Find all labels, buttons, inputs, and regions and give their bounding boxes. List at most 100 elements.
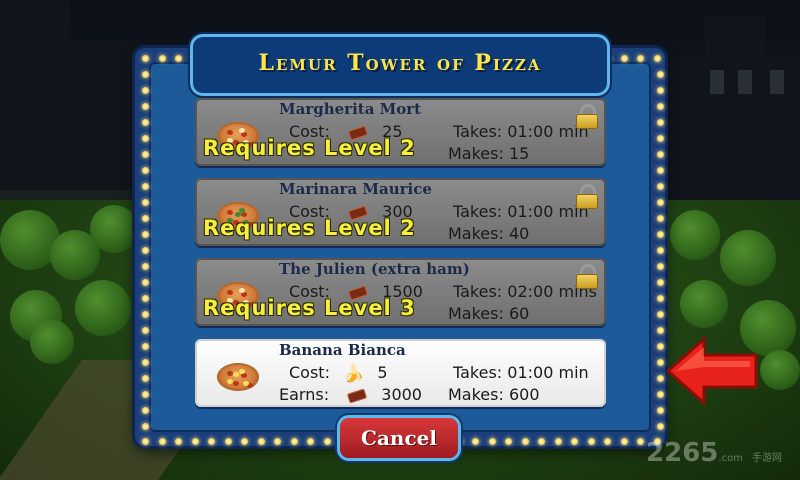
title-plate: Lemur Tower of Pizza <box>193 37 607 93</box>
light-bulb <box>488 438 496 445</box>
light-bulb <box>472 438 479 445</box>
cancel-button[interactable]: Cancel <box>340 418 458 458</box>
takes-label: Takes: <box>453 282 503 301</box>
light-bulb <box>175 55 182 62</box>
light-bulb <box>323 438 331 445</box>
light-bulb <box>142 375 149 382</box>
banana-icon: 🍌 <box>343 363 365 384</box>
ticket-icon <box>347 284 369 301</box>
light-bulb <box>620 55 628 62</box>
makes-label: Makes: <box>448 304 504 323</box>
light-bulb <box>657 263 664 270</box>
light-bulb <box>142 183 149 190</box>
light-bulb <box>142 327 149 334</box>
light-bulb <box>657 215 664 222</box>
tree <box>760 350 800 390</box>
recipe-card-the-julien[interactable]: The Julien (extra ham) Cost: 1500 Takes:… <box>195 258 606 326</box>
light-bulb <box>142 103 149 110</box>
cost-label: Cost: <box>289 363 330 382</box>
light-bulb <box>241 438 248 445</box>
light-bulb <box>657 423 664 430</box>
light-bulb <box>657 87 664 94</box>
takes-value: 01:00 min <box>507 363 589 382</box>
light-bulb <box>538 438 545 445</box>
light-bulb <box>142 407 149 414</box>
pizza-icon <box>217 122 259 150</box>
light-bulb <box>657 247 664 254</box>
makes-label: Makes: <box>448 385 504 404</box>
takes-label: Takes: <box>453 122 503 141</box>
building-window <box>738 70 752 94</box>
recipe-name: Margherita Mort <box>279 100 422 118</box>
makes-value: 60 <box>508 304 530 323</box>
light-bulb <box>587 438 595 445</box>
light-bulb <box>571 438 578 445</box>
light-bulb <box>208 438 215 445</box>
light-bulb <box>274 438 281 445</box>
makes-value: 600 <box>508 385 540 404</box>
ticket-icon <box>347 387 368 404</box>
watermark: 2265.com 手游网 <box>646 438 782 468</box>
light-bulb <box>307 438 314 445</box>
light-bulb <box>142 391 149 398</box>
cost-value: 300 <box>382 202 413 221</box>
earns-label: Earns: <box>279 385 330 404</box>
recipe-name: Marinara Maurice <box>279 180 432 198</box>
recipe-card-margherita-mort[interactable]: Margherita Mort Cost: 25 Takes: 01:00 mi… <box>195 98 606 166</box>
ticket-icon <box>347 204 369 221</box>
cost-value: 25 <box>382 122 403 141</box>
light-bulb <box>224 438 232 445</box>
light-bulb <box>142 423 149 430</box>
makes-value: 15 <box>508 144 530 163</box>
recipe-card-marinara-maurice[interactable]: Marinara Maurice Cost: 300 Takes: 01:00 … <box>195 178 606 246</box>
pizza-icon <box>217 363 259 391</box>
cost-value: 5 <box>377 363 388 382</box>
light-bulb <box>142 215 149 222</box>
light-bulb <box>657 71 664 78</box>
light-bulb <box>158 55 166 62</box>
light-bulb <box>620 438 628 445</box>
dialog-title: Lemur Tower of Pizza <box>258 50 542 76</box>
light-bulb <box>604 438 611 445</box>
light-bulb <box>653 55 661 62</box>
light-bulb <box>142 167 149 174</box>
building-window <box>710 70 724 94</box>
light-bulb <box>142 311 149 318</box>
light-bulb <box>142 71 149 78</box>
light-bulb <box>657 135 664 142</box>
tree <box>75 280 131 336</box>
light-bulb <box>290 438 298 445</box>
light-bulb <box>657 103 664 110</box>
pointer-arrow-icon <box>665 335 758 407</box>
tree <box>720 230 776 286</box>
watermark-text: 2265 <box>646 438 719 468</box>
tree <box>680 280 728 328</box>
light-bulb <box>657 279 664 286</box>
light-bulb <box>142 359 149 366</box>
makes-label: Makes: <box>448 224 504 243</box>
light-bulb <box>142 151 149 158</box>
light-bulb <box>175 438 182 445</box>
light-bulb <box>142 199 149 206</box>
building-right-tower <box>705 15 765 75</box>
light-bulb <box>637 55 644 62</box>
tree <box>30 320 74 364</box>
light-bulb <box>142 279 149 286</box>
makes-label: Makes: <box>448 144 504 163</box>
light-bulb <box>142 119 149 126</box>
earns-value: 3000 <box>381 385 422 404</box>
light-bulb <box>142 438 149 445</box>
light-bulb <box>657 343 664 350</box>
light-bulb <box>142 263 149 270</box>
light-bulb <box>554 438 562 445</box>
light-bulb <box>657 311 664 318</box>
light-bulb <box>142 247 149 254</box>
light-bulb <box>657 327 664 334</box>
recipe-card-banana-bianca[interactable]: Banana Bianca Cost: 🍌 5 Takes: 01:00 min… <box>195 339 606 407</box>
light-bulb <box>657 119 664 126</box>
takes-label: Takes: <box>453 202 503 221</box>
light-bulb <box>657 183 664 190</box>
light-bulb <box>158 438 166 445</box>
light-bulb <box>637 438 644 445</box>
tree <box>90 205 138 253</box>
